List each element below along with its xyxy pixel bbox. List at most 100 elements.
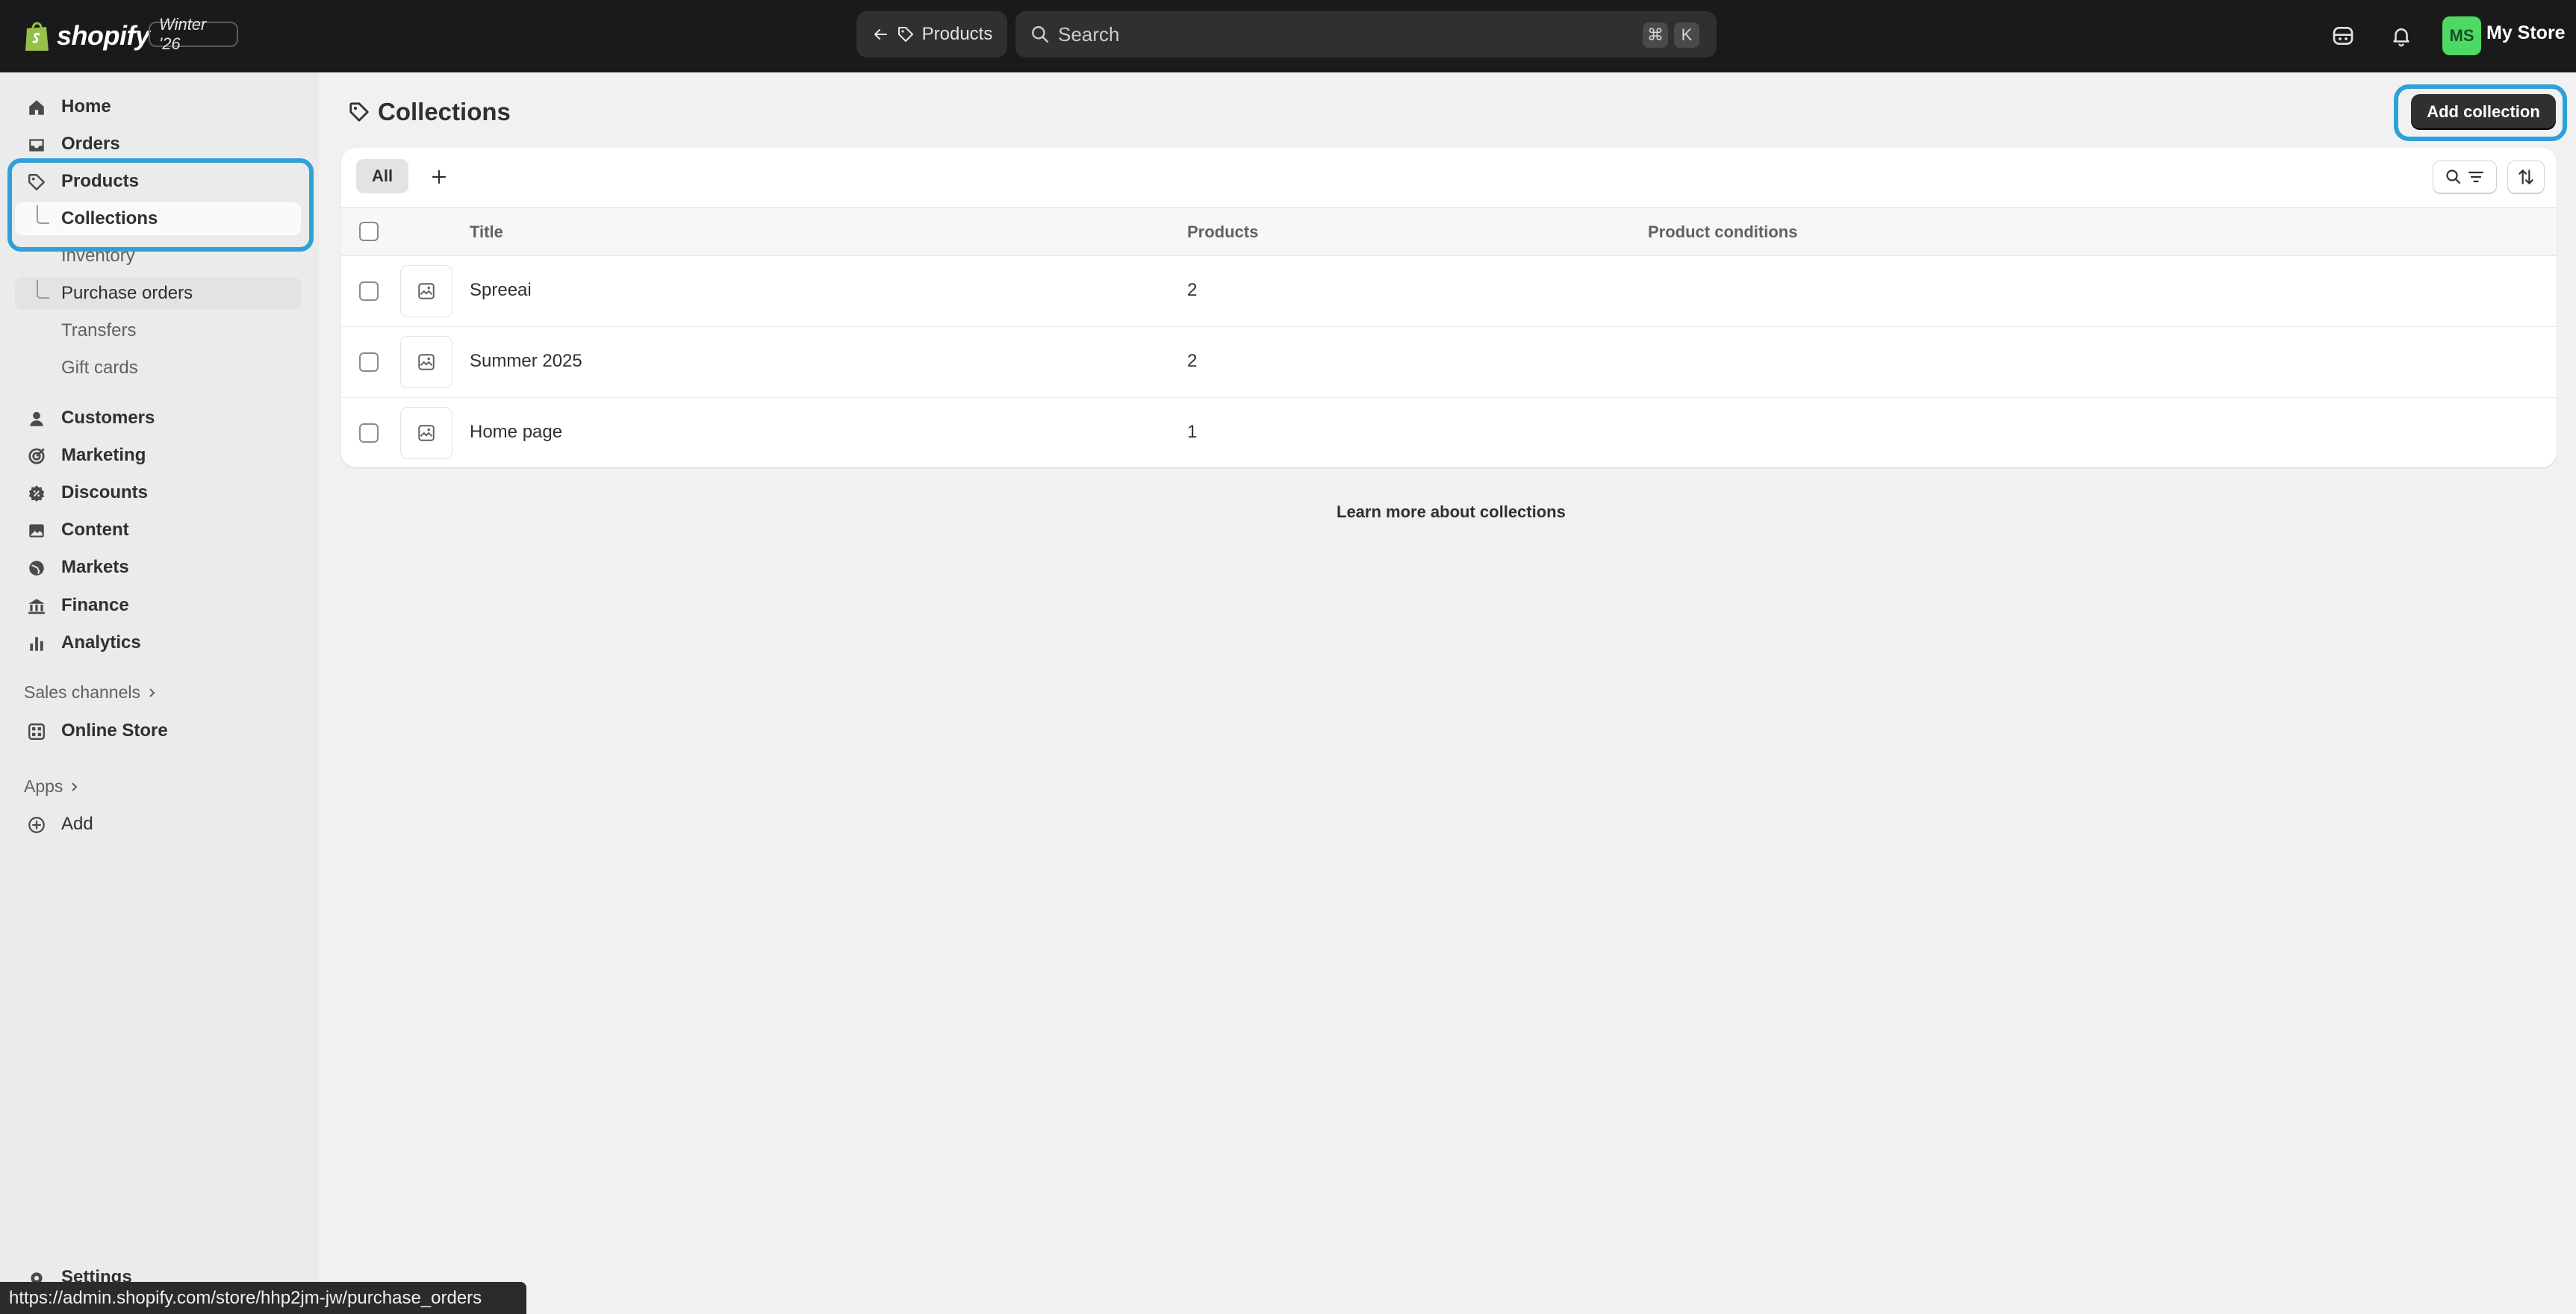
sidebar-item-orders[interactable]: Orders — [15, 128, 301, 161]
search-placeholder: Search — [1058, 23, 1120, 46]
shopify-logo[interactable]: shopify — [24, 19, 150, 52]
sidebar-item-products[interactable]: Products — [15, 165, 301, 198]
sidebar-item-label: Orders — [61, 134, 120, 154]
search-icon — [1032, 26, 1048, 43]
sort-button[interactable] — [2507, 161, 2545, 193]
sidebar-item-label: Marketing — [61, 445, 146, 465]
notifications-button[interactable] — [2386, 21, 2416, 51]
sales-channels-label: Sales channels — [24, 682, 140, 702]
branch-connector-icon — [37, 280, 49, 299]
back-label: Products — [921, 24, 993, 44]
collection-products-count: 1 — [1187, 422, 1198, 442]
sidebar-item-online-store[interactable]: Online Store — [15, 714, 301, 747]
row-checkbox[interactable] — [359, 423, 379, 443]
top-bar: shopify Winter '26 Products Search ⌘ K M… — [0, 0, 2576, 72]
collections-table-card: All Title Products Product conditions Sp… — [341, 148, 2557, 467]
plus-icon — [432, 169, 447, 184]
column-header-products[interactable]: Products — [1187, 222, 1258, 242]
bell-icon — [2393, 28, 2409, 47]
apps-heading[interactable]: Apps — [24, 776, 81, 797]
image-placeholder-icon — [418, 354, 435, 370]
column-header-conditions[interactable]: Product conditions — [1648, 222, 1797, 242]
row-checkbox[interactable] — [359, 352, 379, 372]
table-row[interactable]: Home page 1 — [341, 398, 2557, 467]
sidebar-item-purchase-orders[interactable]: Purchase orders — [15, 277, 301, 310]
sidebar-item-customers[interactable]: Customers — [15, 402, 301, 435]
sidebar-item-inventory[interactable]: Inventory — [15, 240, 301, 273]
arrow-left-icon — [874, 29, 887, 40]
search-bar[interactable]: Search ⌘ K — [1015, 11, 1717, 57]
branch-connector-icon — [37, 205, 49, 224]
sidebar-item-label: Customers — [61, 408, 155, 428]
collection-thumbnail — [400, 407, 452, 459]
sidebar-item-analytics[interactable]: Analytics — [15, 626, 301, 659]
table-row[interactable]: Spreeai 2 — [341, 256, 2557, 327]
avatar[interactable]: MS — [2442, 16, 2481, 55]
back-to-products-button[interactable]: Products — [856, 11, 1007, 57]
collection-title[interactable]: Home page — [470, 422, 562, 443]
edition-badge[interactable]: Winter '26 — [149, 15, 238, 53]
shortcut-command-key: ⌘ — [1643, 22, 1668, 48]
table-row[interactable]: Summer 2025 2 — [341, 327, 2557, 398]
sidebar-item-label: Finance — [61, 595, 129, 615]
sidebar-item-marketing[interactable]: Marketing — [15, 439, 301, 472]
tab-all[interactable]: All — [356, 159, 408, 193]
sidebar-item-markets[interactable]: Markets — [15, 551, 301, 584]
sidebar-item-discounts[interactable]: Discounts — [15, 476, 301, 509]
image-placeholder-icon — [418, 283, 435, 299]
bank-icon — [28, 599, 45, 614]
sidebar-item-label: Online Store — [61, 720, 168, 741]
sort-icon — [2519, 169, 2533, 184]
sidebar-item-collections[interactable]: Collections — [15, 202, 301, 235]
sidekick-button[interactable] — [2328, 21, 2358, 51]
collection-title[interactable]: Summer 2025 — [470, 351, 582, 372]
chevron-right-icon — [149, 688, 155, 697]
sidebar-item-add-app[interactable]: Add — [15, 808, 301, 841]
image-icon — [29, 524, 44, 538]
collection-products-count: 2 — [1187, 351, 1198, 371]
shortcut-k-key: K — [1674, 22, 1699, 48]
column-header-title[interactable]: Title — [470, 222, 503, 242]
sidebar-item-label: Analytics — [61, 632, 141, 653]
search-filter-button[interactable] — [2433, 161, 2497, 193]
sidebar: Home Orders Products Collections Invento… — [0, 72, 319, 1314]
sidebar-item-label: Home — [61, 96, 111, 116]
table-header: Title Products Product conditions — [341, 207, 2557, 256]
sidekick-icon — [2333, 27, 2353, 45]
filter-icon — [2468, 171, 2484, 183]
inbox-icon — [29, 139, 44, 152]
learn-more-collections-link[interactable]: Learn more about collections — [1337, 502, 1566, 522]
collection-products-count: 2 — [1187, 280, 1198, 300]
select-all-checkbox[interactable] — [359, 222, 379, 241]
add-view-button[interactable] — [426, 164, 452, 190]
row-checkbox[interactable] — [359, 281, 379, 301]
sidebar-item-label: Inventory — [61, 246, 135, 266]
sidebar-item-label: Products — [61, 171, 140, 191]
discount-icon — [28, 485, 45, 502]
sidebar-item-label: Content — [61, 520, 129, 540]
sidebar-item-label: Purchase orders — [61, 283, 193, 303]
sidebar-item-label: Add — [61, 814, 93, 834]
sidebar-item-home[interactable]: Home — [15, 90, 301, 123]
tag-icon — [349, 102, 369, 122]
sales-channels-heading[interactable]: Sales channels — [24, 682, 158, 703]
person-icon — [30, 411, 43, 426]
status-bar-url: https://admin.shopify.com/store/hhp2jm-j… — [0, 1282, 526, 1314]
collection-title[interactable]: Spreeai — [470, 280, 532, 301]
sidebar-item-label: Markets — [61, 557, 129, 577]
sidebar-item-finance[interactable]: Finance — [15, 589, 301, 622]
sidebar-item-label: Discounts — [61, 482, 149, 502]
target-icon — [28, 448, 45, 464]
sidebar-item-label: Gift cards — [61, 358, 138, 378]
sidebar-item-content[interactable]: Content — [15, 514, 301, 547]
store-name[interactable]: My Store — [2486, 22, 2566, 44]
chevron-right-icon — [72, 782, 78, 791]
shopify-bag-icon — [25, 22, 49, 51]
storefront-icon — [28, 723, 45, 740]
sidebar-item-gift-cards[interactable]: Gift cards — [15, 352, 301, 384]
bar-chart-icon — [30, 637, 43, 651]
search-icon — [2446, 169, 2461, 184]
sidebar-item-transfers[interactable]: Transfers — [15, 314, 301, 347]
collection-thumbnail — [400, 336, 452, 388]
add-collection-button[interactable]: Add collection — [2411, 94, 2556, 130]
